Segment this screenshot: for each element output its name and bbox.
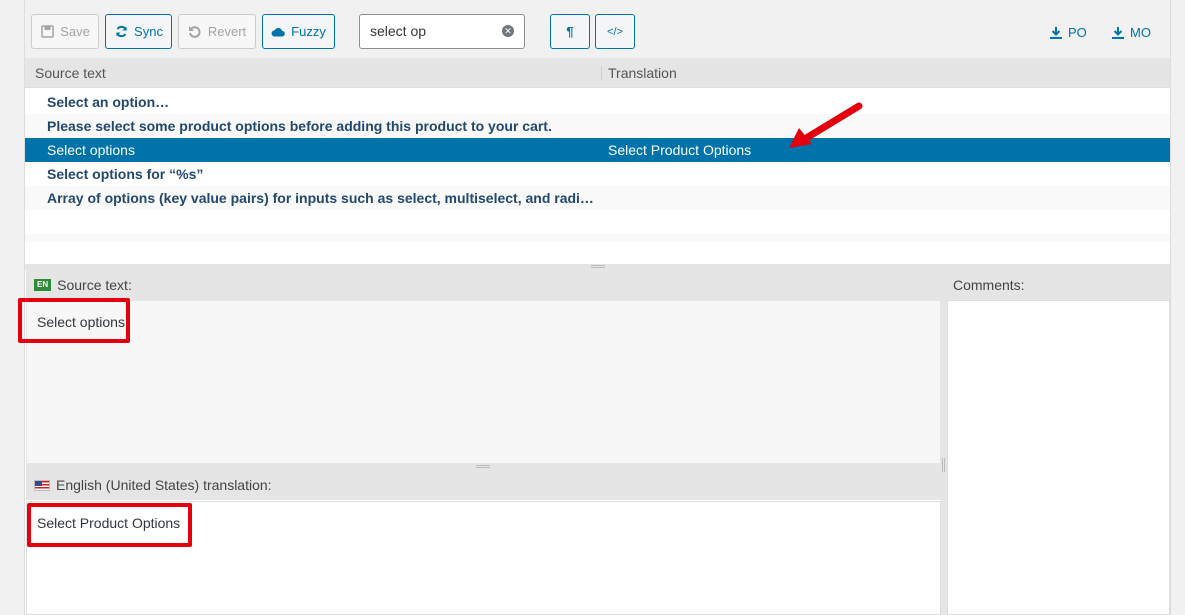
sync-icon (114, 25, 128, 39)
column-divider[interactable] (601, 66, 602, 80)
clear-search-icon[interactable]: ✕ (502, 25, 514, 37)
list-item-selected[interactable]: Select options Select Product Options (25, 138, 1170, 162)
us-flag-icon (34, 479, 50, 491)
list-item-source: Please select some product options befor… (47, 118, 552, 134)
list-item[interactable]: Please select some product options befor… (25, 114, 1170, 138)
translation-heading: English (United States) translation: (56, 477, 272, 493)
save-button[interactable]: Save (31, 14, 99, 49)
string-list: Select an option… Please select some pro… (25, 88, 1170, 264)
comments-heading: Comments: (953, 277, 1025, 293)
pilcrow-icon: ¶ (566, 24, 574, 39)
splitter-grip (476, 465, 490, 468)
mo-label: MO (1130, 25, 1151, 40)
highlight-box-source (18, 298, 130, 343)
column-source-header[interactable]: Source text (35, 65, 106, 81)
save-label: Save (60, 24, 90, 39)
annotation-arrow-icon (789, 102, 863, 148)
list-item[interactable]: Array of options (key value pairs) for i… (25, 186, 1170, 210)
cloud-icon (271, 25, 285, 39)
comments-box[interactable] (947, 300, 1170, 615)
sync-label: Sync (134, 24, 163, 39)
search-input[interactable] (360, 15, 500, 46)
download-icon (1112, 26, 1124, 39)
list-filler (25, 234, 1170, 242)
fuzzy-button[interactable]: Fuzzy (262, 14, 335, 49)
revert-button[interactable]: Revert (178, 14, 256, 49)
po-label: PO (1068, 25, 1087, 40)
source-heading: Source text: (57, 277, 132, 293)
lang-badge: EN (34, 279, 52, 291)
invisibles-toggle-button[interactable]: ¶ (550, 14, 590, 49)
list-item-source: Select an option… (47, 94, 170, 110)
code-icon: </> (607, 25, 623, 38)
download-mo-button[interactable]: MO (1112, 25, 1151, 40)
sync-button[interactable]: Sync (105, 14, 172, 49)
list-item-translation: Select Product Options (608, 142, 752, 158)
splitter-grip (942, 458, 945, 472)
download-po-button[interactable]: PO (1050, 25, 1087, 40)
download-icon (1050, 26, 1062, 39)
list-header: Source text Translation (25, 58, 1170, 88)
revert-label: Revert (207, 24, 247, 39)
comments-panel-header: Comments: (947, 270, 1170, 300)
highlight-box-translation (27, 503, 192, 547)
toolbar: Save Sync Revert Fuzzy ✕ ¶ (25, 0, 1170, 58)
code-view-toggle-button[interactable]: </> (595, 14, 635, 49)
column-translation-header[interactable]: Translation (608, 65, 677, 81)
revert-icon (188, 25, 202, 39)
source-panel-header: EN Source text: (26, 270, 941, 300)
list-item-source: Select options (47, 142, 135, 158)
splitter-grip (591, 265, 605, 268)
source-text-box: Select options (26, 300, 941, 464)
translation-editor: Save Sync Revert Fuzzy ✕ ¶ (24, 0, 1171, 615)
list-item-source: Select options for “%s” (47, 166, 204, 182)
search-box: ✕ (359, 14, 525, 49)
translation-panel-header: English (United States) translation: (26, 470, 941, 500)
save-icon (40, 25, 54, 39)
fuzzy-label: Fuzzy (291, 24, 326, 39)
list-item-source: Array of options (key value pairs) for i… (47, 190, 594, 206)
list-item[interactable]: Select an option… (25, 90, 1170, 114)
list-item[interactable]: Select options for “%s” (25, 162, 1170, 186)
